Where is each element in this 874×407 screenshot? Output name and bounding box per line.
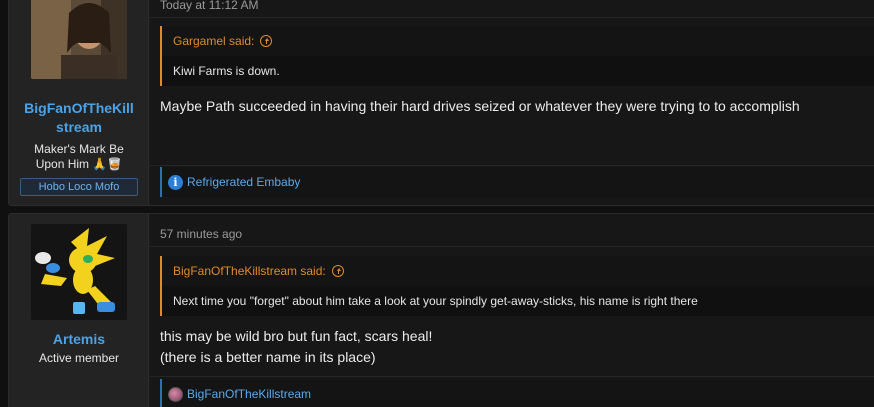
quote-author[interactable]: BigFanOfTheKillstream said: (173, 264, 326, 278)
user-info-panel: Artemis Active member (9, 214, 149, 407)
user-title: Maker's Mark Be Upon Him 🙏🥃 (15, 142, 143, 172)
divider (150, 17, 874, 18)
post: Artemis Active member 57 minutes ago Big… (8, 213, 874, 407)
post-content: Today at 11:12 AM Gargamel said: Kiwi Fa… (150, 0, 874, 205)
username-line[interactable]: BigFanOfTheKill (13, 99, 145, 118)
info-reaction-icon: i (168, 174, 183, 190)
quote-text: Next time you "forget" about him take a … (173, 294, 698, 308)
quote-block: BigFanOfTheKillstream said: Next time yo… (160, 256, 874, 316)
user-title-line: Maker's Mark Be (34, 142, 124, 156)
divider (150, 376, 874, 377)
username[interactable]: Artemis (13, 330, 145, 349)
message-line: (there is a better name in its place) (160, 349, 376, 365)
quote-text: Kiwi Farms is down. (173, 64, 280, 78)
divider (150, 246, 874, 247)
reactions-bar[interactable]: i Refrigerated Embaby (160, 167, 874, 197)
user-avatar-icon (168, 386, 183, 402)
post-content: 57 minutes ago BigFanOfTheKillstream sai… (150, 214, 874, 407)
message-line: this may be wild bro but fun fact, scars… (160, 328, 433, 344)
post-timestamp[interactable]: 57 minutes ago (160, 227, 242, 241)
reactions-bar[interactable]: BigFanOfTheKillstream (160, 379, 874, 407)
reaction-user[interactable]: Refrigerated Embaby (187, 175, 300, 189)
avatar[interactable] (31, 0, 127, 79)
jump-to-quote-icon[interactable] (331, 265, 344, 277)
avatar[interactable] (31, 224, 127, 320)
post: BigFanOfTheKill stream Maker's Mark Be U… (8, 0, 874, 206)
quote-header[interactable]: BigFanOfTheKillstream said: (162, 256, 874, 286)
user-title: Active member (38, 351, 120, 365)
jump-to-quote-icon[interactable] (260, 35, 273, 47)
user-banner: Hobo Loco Mofo (20, 178, 138, 196)
quote-author[interactable]: Gargamel said: (173, 34, 254, 48)
quote-block: Gargamel said: Kiwi Farms is down. (160, 26, 874, 86)
reaction-user[interactable]: BigFanOfTheKillstream (187, 387, 311, 401)
username[interactable]: BigFanOfTheKill stream (13, 99, 145, 137)
user-info-panel: BigFanOfTheKill stream Maker's Mark Be U… (9, 0, 149, 205)
divider (150, 165, 874, 166)
post-message: this may be wild bro but fun fact, scars… (160, 326, 867, 368)
quote-header[interactable]: Gargamel said: (162, 26, 874, 56)
user-title-line: Upon Him 🙏🥃 (35, 157, 123, 171)
username-line[interactable]: stream (13, 118, 145, 137)
post-timestamp[interactable]: Today at 11:12 AM (160, 0, 259, 12)
post-message: Maybe Path succeeded in having their har… (160, 98, 800, 114)
